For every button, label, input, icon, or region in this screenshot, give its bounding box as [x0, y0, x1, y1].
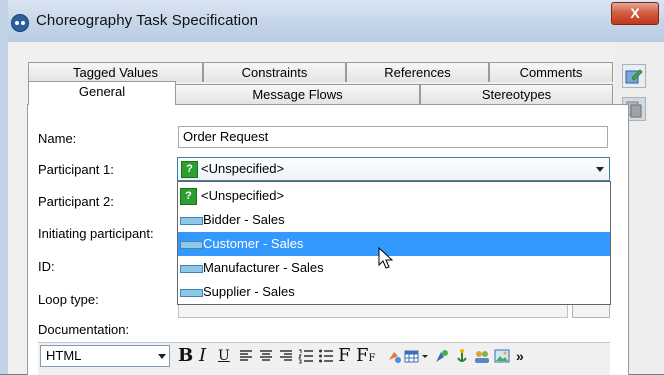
- dropdown-item-bidder-sales[interactable]: Bidder - Sales: [178, 208, 610, 232]
- dropdown-item-label: Supplier - Sales: [203, 284, 295, 299]
- font-size-glyph: F: [356, 345, 369, 366]
- format-select-value: HTML: [46, 348, 82, 363]
- tab-tagged-values[interactable]: Tagged Values: [28, 62, 203, 82]
- font-size-sub-glyph: F: [368, 353, 376, 364]
- tab-general[interactable]: General: [28, 81, 176, 105]
- align-left-icon[interactable]: [238, 348, 254, 364]
- participant-icon: [180, 265, 203, 273]
- table-dropdown-icon[interactable]: [420, 348, 430, 364]
- participant2-label: Participant 2:: [38, 194, 114, 209]
- participant-icon: [180, 217, 203, 225]
- paint-icon[interactable]: [386, 348, 402, 364]
- users-icon[interactable]: [474, 348, 490, 364]
- tab-stereotypes[interactable]: Stereotypes: [420, 84, 613, 104]
- chevron-down-icon: [158, 354, 166, 359]
- question-icon: ?: [181, 161, 198, 178]
- dropdown-item-unspecified[interactable]: ? <Unspecified>: [178, 184, 610, 208]
- documentation-label: Documentation:: [38, 322, 130, 337]
- chevron-down-icon[interactable]: [591, 158, 609, 180]
- window-frame-left: [0, 0, 8, 374]
- dropdown-item-label: Customer - Sales: [203, 236, 304, 251]
- participant1-value: <Unspecified>: [201, 161, 285, 176]
- more-tools-button[interactable]: »: [516, 344, 524, 368]
- initiating-participant-label: Initiating participant:: [38, 226, 154, 241]
- image-icon[interactable]: [494, 348, 510, 364]
- dropdown-item-supplier-sales[interactable]: Supplier - Sales: [178, 280, 610, 304]
- tab-constraints[interactable]: Constraints: [203, 62, 346, 82]
- participant1-label: Participant 1:: [38, 162, 114, 177]
- title-bar: Choreography Task Specification X: [0, 0, 664, 374]
- dropdown-item-label: Bidder - Sales: [203, 212, 285, 227]
- numbered-list-icon[interactable]: [298, 348, 314, 364]
- tab-references[interactable]: References: [346, 62, 489, 82]
- participant-icon: [180, 241, 203, 249]
- edit-icon: [625, 69, 643, 84]
- name-label: Name:: [38, 131, 77, 146]
- close-button[interactable]: X: [611, 2, 659, 25]
- align-center-icon[interactable]: [258, 348, 274, 364]
- close-icon: X: [630, 5, 640, 21]
- id-label: ID:: [38, 259, 55, 274]
- participant1-combo[interactable]: ? <Unspecified>: [177, 157, 610, 181]
- window-title: Choreography Task Specification: [36, 12, 259, 29]
- loop-type-label: Loop type:: [38, 292, 99, 307]
- bold-button[interactable]: B: [178, 344, 193, 368]
- name-field[interactable]: Order Request: [178, 126, 608, 148]
- question-icon: ?: [180, 188, 197, 205]
- font-size-button[interactable]: FF: [356, 344, 375, 368]
- mouse-cursor-icon: [378, 247, 394, 269]
- italic-button[interactable]: I: [199, 344, 206, 368]
- participant1-dropdown-list: ? <Unspecified> Bidder - Sales Customer …: [177, 181, 611, 305]
- dialog-window: Choreography Task Specification X Tagged…: [0, 0, 664, 375]
- participant-icon: [180, 289, 203, 297]
- underline-button[interactable]: U: [218, 344, 230, 368]
- bullet-list-icon[interactable]: [318, 348, 334, 364]
- edit-button[interactable]: [622, 64, 646, 88]
- tab-message-flows[interactable]: Message Flows: [175, 84, 420, 104]
- table-icon[interactable]: [404, 348, 420, 364]
- tab-comments[interactable]: Comments: [489, 62, 613, 82]
- font-button[interactable]: F: [338, 344, 351, 368]
- anchor-icon[interactable]: [454, 348, 470, 364]
- dropdown-item-label: Manufacturer - Sales: [203, 260, 324, 275]
- format-select[interactable]: HTML: [40, 345, 170, 367]
- app-logo-icon: [11, 14, 29, 32]
- insert-link-icon[interactable]: [434, 348, 450, 364]
- dropdown-item-label: <Unspecified>: [201, 188, 285, 203]
- align-right-icon[interactable]: [278, 348, 294, 364]
